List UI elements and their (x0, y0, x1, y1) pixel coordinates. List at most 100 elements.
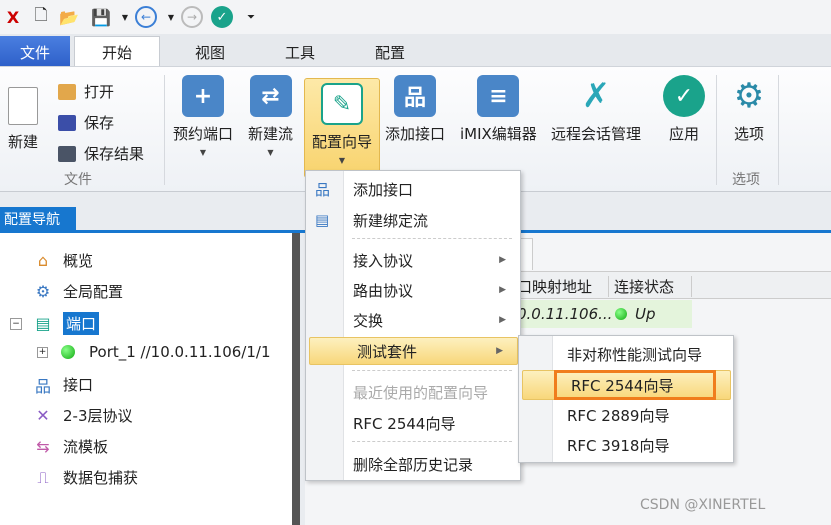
column-header[interactable]: 连接状态 (614, 276, 692, 297)
menu-item-new-bound-stream[interactable]: ▤ 新建绑定流 (306, 206, 520, 234)
menu-label: RFC 2889向导 (567, 406, 670, 425)
submenu-item-rfc2544[interactable]: RFC 2544向导 (522, 370, 731, 400)
forward-icon[interactable]: → (181, 6, 203, 28)
apply-button[interactable]: ✓ 应用 (663, 75, 705, 144)
submenu-item-rfc2889[interactable]: RFC 2889向导 (519, 400, 733, 430)
remote-session-button[interactable]: ✗ 远程会话管理 (551, 75, 641, 144)
menu-label: 最近使用的配置向导 (353, 383, 489, 402)
collapse-icon[interactable]: − (10, 317, 22, 330)
menu-item-clear-history[interactable]: 删除全部历史记录 (306, 450, 520, 478)
interface-add-icon: 品 (315, 180, 331, 199)
divider (352, 370, 512, 371)
tree-item-global-config[interactable]: ⚙ 全局配置 (33, 281, 123, 302)
save-button[interactable]: 保存 (58, 112, 114, 133)
save-icon[interactable]: 💾 (90, 6, 112, 28)
caret-icon: ▼ (267, 148, 274, 157)
imix-editor-label: iMIX编辑器 (460, 125, 537, 143)
gear-icon: ⚙ (35, 282, 51, 301)
quick-access-toolbar: X 🗋 📂 💾 ▼ ← ▼ → ✓ ⏷ (0, 0, 831, 34)
tab-view[interactable]: 视图 (180, 36, 240, 68)
tree-label: 2-3层协议 (63, 407, 133, 425)
menu-label: 新建绑定流 (353, 211, 429, 230)
open-button[interactable]: 打开 (58, 81, 114, 102)
dropdown-icon[interactable]: ▼ (160, 6, 182, 28)
submenu-arrow-icon: ▶ (499, 315, 506, 325)
callout-box (554, 370, 716, 400)
tree-item-l2l3-protocols[interactable]: ✕ 2-3层协议 (33, 405, 133, 426)
apply-label: 应用 (668, 125, 699, 143)
menu-item-test-suites[interactable]: 测试套件 ▶ (309, 337, 518, 365)
table-row[interactable]: 0.0.11.106... Up (517, 300, 692, 328)
new-file-icon[interactable]: 🗋 (30, 5, 52, 28)
open-folder-icon[interactable]: 📂 (58, 6, 80, 28)
ribbon-tabs: 文件 开始 视图 工具 配置 (0, 34, 831, 68)
submenu-arrow-icon: ▶ (499, 255, 506, 265)
menu-item-switching[interactable]: 交换 ▶ (306, 306, 520, 334)
submenu-item-asymmetric[interactable]: 非对称性能测试向导 (519, 339, 733, 369)
divider (716, 75, 717, 185)
menu-item-routing-protocols[interactable]: 路由协议 ▶ (306, 276, 520, 304)
new-stream-button[interactable]: ⇄ 新建流 ▼ (248, 75, 293, 157)
tree-label: 流模板 (63, 438, 109, 456)
menu-item-add-interface[interactable]: 品 添加接口 (306, 175, 520, 203)
menu-label: 交换 (353, 311, 384, 330)
document-edit-icon: ≡ (477, 75, 520, 117)
submenu-item-rfc3918[interactable]: RFC 3918向导 (519, 430, 733, 460)
remote-session-label: 远程会话管理 (551, 125, 642, 143)
open-label: 打开 (84, 83, 115, 101)
new-file-icon (8, 87, 38, 125)
status-up-icon (61, 345, 75, 359)
divider (352, 238, 512, 239)
imix-editor-button[interactable]: ≡ iMIX编辑器 (460, 75, 537, 144)
save-results-button[interactable]: 保存结果 (58, 143, 144, 164)
tab-config[interactable]: 配置 (360, 36, 420, 68)
nav-panel-title: 配置导航 (0, 207, 76, 230)
interface-add-icon: 品 (394, 75, 436, 117)
tree-label: 端口 (63, 312, 100, 335)
expand-icon[interactable]: + (37, 346, 48, 358)
menu-label: 测试套件 (357, 342, 418, 361)
column-header[interactable]: 口映射地址 (517, 276, 609, 297)
customize-icon[interactable]: ⏷ (240, 6, 262, 28)
apply-check-icon: ✓ (663, 75, 705, 117)
caret-icon: ▼ (199, 148, 207, 157)
save-results-icon (58, 145, 76, 162)
reserve-port-label: 预约端口 (173, 125, 234, 143)
tree-item-packet-capture[interactable]: ⎍ 数据包捕获 (33, 467, 138, 488)
stream-icon: ⇆ (36, 437, 50, 456)
tree-label: 概览 (63, 252, 94, 270)
tree-item-ports[interactable]: − ▤ 端口 (10, 312, 100, 335)
file-group-label: 文件 (64, 172, 92, 188)
stream-add-icon: ⇄ (249, 75, 292, 117)
new-button[interactable]: 新建 (8, 87, 38, 152)
dropdown-icon[interactable]: ▼ (114, 6, 136, 28)
menu-label: 接入协议 (353, 251, 414, 270)
add-interface-label: 添加接口 (385, 125, 446, 143)
add-interface-button[interactable]: 品 添加接口 (385, 75, 445, 144)
divider (352, 441, 512, 442)
tree-label: 全局配置 (63, 283, 124, 301)
tree-item-port-1[interactable]: + Port_1 //10.0.11.106/1/1 (37, 343, 271, 361)
gears-icon: ⚙ (733, 76, 765, 116)
connection-status-cell: Up (635, 305, 656, 323)
new-stream-label: 新建流 (248, 125, 294, 143)
config-wizard-button[interactable]: ✎ 配置向导 ▼ (304, 78, 380, 178)
tab-file[interactable]: 文件 (0, 36, 70, 68)
config-wizard-label: 配置向导 (311, 133, 372, 151)
tree-item-interfaces[interactable]: 品接口 (33, 374, 93, 396)
back-icon[interactable]: ← (135, 6, 157, 28)
menu-label: 删除全部历史记录 (353, 455, 474, 474)
menu-label: 添加接口 (353, 180, 414, 199)
apply-check-icon[interactable]: ✓ (211, 6, 233, 28)
reserve-port-button[interactable]: + 预约端口 ▼ (173, 75, 233, 157)
scrollbar[interactable] (292, 233, 300, 525)
tree-item-stream-templates[interactable]: ⇆ 流模板 (33, 436, 108, 457)
port-add-icon: + (182, 75, 224, 117)
options-button[interactable]: ⚙ 选项 (728, 75, 770, 144)
menu-label: 非对称性能测试向导 (567, 345, 703, 364)
menu-item-access-protocols[interactable]: 接入协议 ▶ (306, 246, 520, 274)
tab-home[interactable]: 开始 (74, 36, 160, 68)
tree-item-overview[interactable]: ⌂ 概览 (33, 250, 93, 271)
menu-item-recent-rfc2544[interactable]: RFC 2544向导 (306, 409, 520, 437)
tab-tools[interactable]: 工具 (270, 36, 330, 68)
